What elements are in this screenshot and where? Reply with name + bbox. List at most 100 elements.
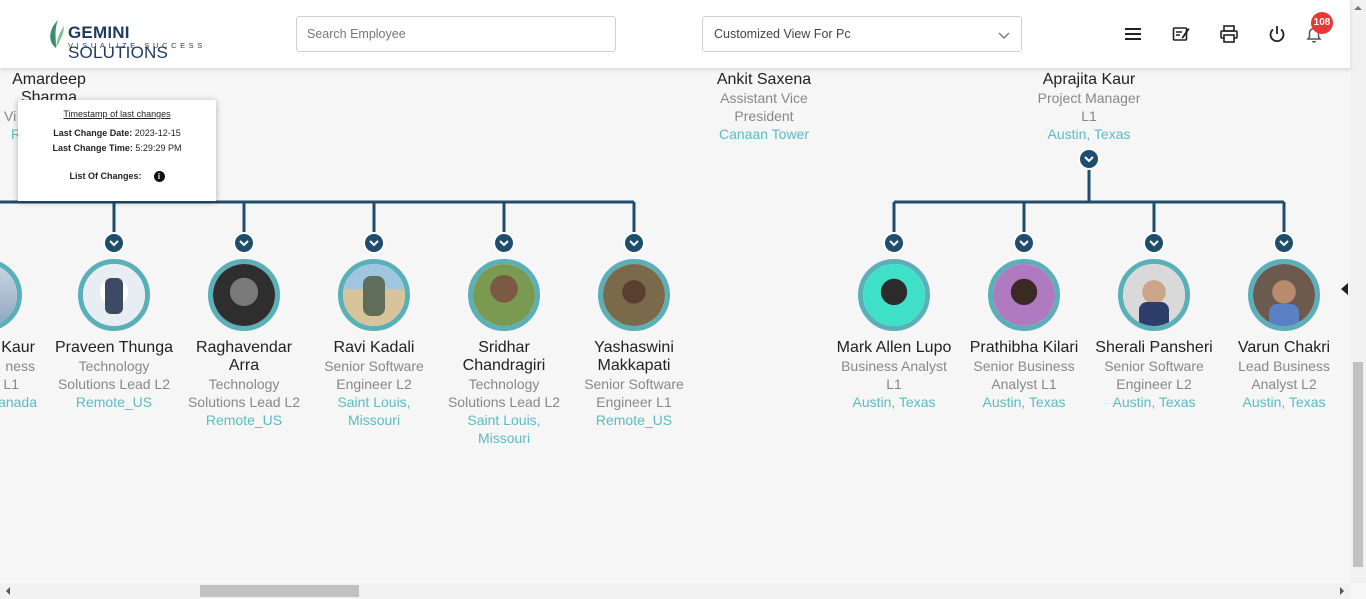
edit-note-icon[interactable] [1171, 24, 1191, 44]
gemini-logo[interactable]: GEMINI SOLUTIONS VISUALIZE SUCCESS [46, 16, 216, 62]
employee-role: Technology [468, 376, 540, 392]
employee-role: ness [5, 358, 35, 374]
last-change-tooltip: Timestamp of last changes Last Change Da… [18, 100, 216, 201]
employee-location: Missouri [347, 412, 401, 428]
employee-role: Senior Business [973, 358, 1075, 374]
expand-chevron-icon[interactable] [623, 232, 645, 254]
print-icon[interactable] [1219, 24, 1239, 44]
employee-role: President [734, 108, 794, 124]
employee-name: Aprajita Kaur [1042, 71, 1136, 88]
scroll-right-arrow-icon[interactable] [1336, 583, 1348, 599]
avatar [78, 259, 150, 331]
avatar [1248, 259, 1320, 331]
employee-role: Analyst L1 [991, 376, 1057, 392]
top-header: GEMINI SOLUTIONS VISUALIZE SUCCESS Custo… [0, 0, 1350, 68]
employee-name: Mark Allen Lupo [836, 339, 952, 356]
employee-role: Solutions Lead L2 [57, 376, 171, 392]
avatar [988, 259, 1060, 331]
last-change-date-row: Last Change Date: 2023-12-15 [53, 128, 181, 138]
employee-location: Saint Louis, [337, 394, 411, 410]
employee-role: L1 [3, 376, 19, 392]
employee-name: Amardeep [12, 71, 86, 88]
search-employee-input[interactable] [296, 16, 616, 52]
employee-location: anada [0, 394, 37, 410]
employee-location: Remote_US [595, 412, 673, 428]
horizontal-scroll-thumb[interactable] [200, 585, 359, 597]
avatar [0, 259, 22, 331]
employee-role: Senior Software [1104, 358, 1204, 374]
employee-location: Canaan Tower [718, 126, 810, 142]
avatar [598, 259, 670, 331]
employee-name: Ankit Saxena [716, 71, 812, 88]
card-yashaswini-makkapati[interactable]: Yashaswini Makkapati Senior Software Eng… [569, 259, 699, 429]
card-mark-allen-lupo[interactable]: Mark Allen Lupo Business Analyst L1 Aust… [829, 259, 959, 411]
employee-location: Austin, Texas [1242, 394, 1326, 410]
expand-chevron-icon[interactable] [883, 232, 905, 254]
card-raghavendar-arra[interactable]: Raghavendar Arra Technology Solutions Le… [179, 259, 309, 429]
card-prathibha-kilari[interactable]: Prathibha Kilari Senior Business Analyst… [959, 259, 1089, 411]
view-select-dropdown[interactable]: Customized View For Pc [702, 16, 1022, 52]
scroll-left-arrow-icon[interactable] [2, 583, 14, 599]
employee-role: Engineer L1 [596, 394, 672, 410]
employee-location: Saint Louis, [467, 412, 541, 428]
card-ravi-kadali[interactable]: Ravi Kadali Senior Software Engineer L2 … [309, 259, 439, 429]
employee-location: Austin, Texas [1112, 394, 1196, 410]
employee-name: Raghavendar [195, 339, 293, 356]
employee-role: Project Manager [1037, 90, 1141, 106]
employee-name: Arra [228, 357, 260, 374]
chevron-down-icon [998, 32, 1010, 39]
scroll-up-arrow-icon[interactable] [1350, 2, 1366, 14]
power-icon[interactable] [1267, 24, 1287, 44]
card-kaur[interactable]: Kaur ness L1 anada [0, 259, 51, 411]
vertical-scrollbar[interactable] [1350, 0, 1366, 583]
employee-role: Senior Software [324, 358, 424, 374]
employee-role: L1 [886, 376, 902, 392]
expand-chevron-icon[interactable] [1013, 232, 1035, 254]
expand-chevron-icon[interactable] [233, 232, 255, 254]
employee-role: Lead Business [1238, 358, 1330, 374]
expand-chevron-icon[interactable] [493, 232, 515, 254]
view-select-value: Customized View For Pc [714, 27, 851, 41]
avatar [1118, 259, 1190, 331]
employee-name: Makkapati [597, 357, 671, 374]
expand-chevron-icon[interactable] [103, 232, 125, 254]
employee-location: Remote_US [75, 394, 153, 410]
notification-badge[interactable]: 108 [1311, 12, 1333, 34]
card-sherali-pansheri[interactable]: Sherali Pansheri Senior Software Enginee… [1089, 259, 1219, 411]
card-ankit-saxena[interactable]: Ankit Saxena Assistant Vice President Ca… [684, 71, 844, 143]
last-change-time-row: Last Change Time: 5:29:29 PM [52, 143, 182, 153]
employee-location: Austin, Texas [852, 394, 936, 410]
employee-location: Missouri [477, 430, 531, 446]
expand-chevron-icon[interactable] [363, 232, 385, 254]
employee-name: Prathibha Kilari [969, 339, 1079, 356]
employee-name: Yashaswini [594, 339, 674, 356]
employee-name: Sherali Pansheri [1095, 339, 1213, 356]
employee-role: Solutions Lead L2 [447, 394, 561, 410]
employee-role: Assistant Vice [720, 90, 808, 106]
list-of-changes-row: List Of Changes: i [18, 171, 216, 183]
employee-location: Austin, Texas [982, 394, 1066, 410]
info-icon[interactable]: i [153, 171, 165, 183]
menu-icon[interactable] [1123, 24, 1143, 44]
card-varun-chakri[interactable]: Varun Chakri Lead Business Analyst L2 Au… [1219, 259, 1349, 411]
card-aprajita-kaur[interactable]: Aprajita Kaur Project Manager L1 Austin,… [1009, 71, 1169, 143]
vertical-scroll-thumb[interactable] [1353, 362, 1363, 567]
employee-name: Varun Chakri [1237, 339, 1331, 356]
employee-role: L1 [1081, 108, 1097, 124]
expand-chevron-icon[interactable] [1273, 232, 1295, 254]
employee-role: Technology [208, 376, 280, 392]
expand-chevron-icon[interactable] [1143, 232, 1165, 254]
employee-location: Austin, Texas [1047, 126, 1131, 142]
employee-name: Chandragiri [462, 357, 546, 374]
collapse-left-arrow-icon[interactable] [1341, 283, 1349, 295]
employee-name: Praveen Thunga [54, 339, 173, 356]
horizontal-scrollbar[interactable] [0, 583, 1350, 599]
card-praveen-thunga[interactable]: Praveen Thunga Technology Solutions Lead… [49, 259, 179, 411]
tooltip-title: Timestamp of last changes [63, 109, 171, 119]
card-sridhar-chandragiri[interactable]: Sridhar Chandragiri Technology Solutions… [439, 259, 569, 447]
avatar [858, 259, 930, 331]
avatar [338, 259, 410, 331]
expand-chevron-icon[interactable] [1078, 148, 1100, 170]
employee-role: Analyst L2 [1251, 376, 1317, 392]
logo-tagline: VISUALIZE SUCCESS [68, 41, 206, 50]
